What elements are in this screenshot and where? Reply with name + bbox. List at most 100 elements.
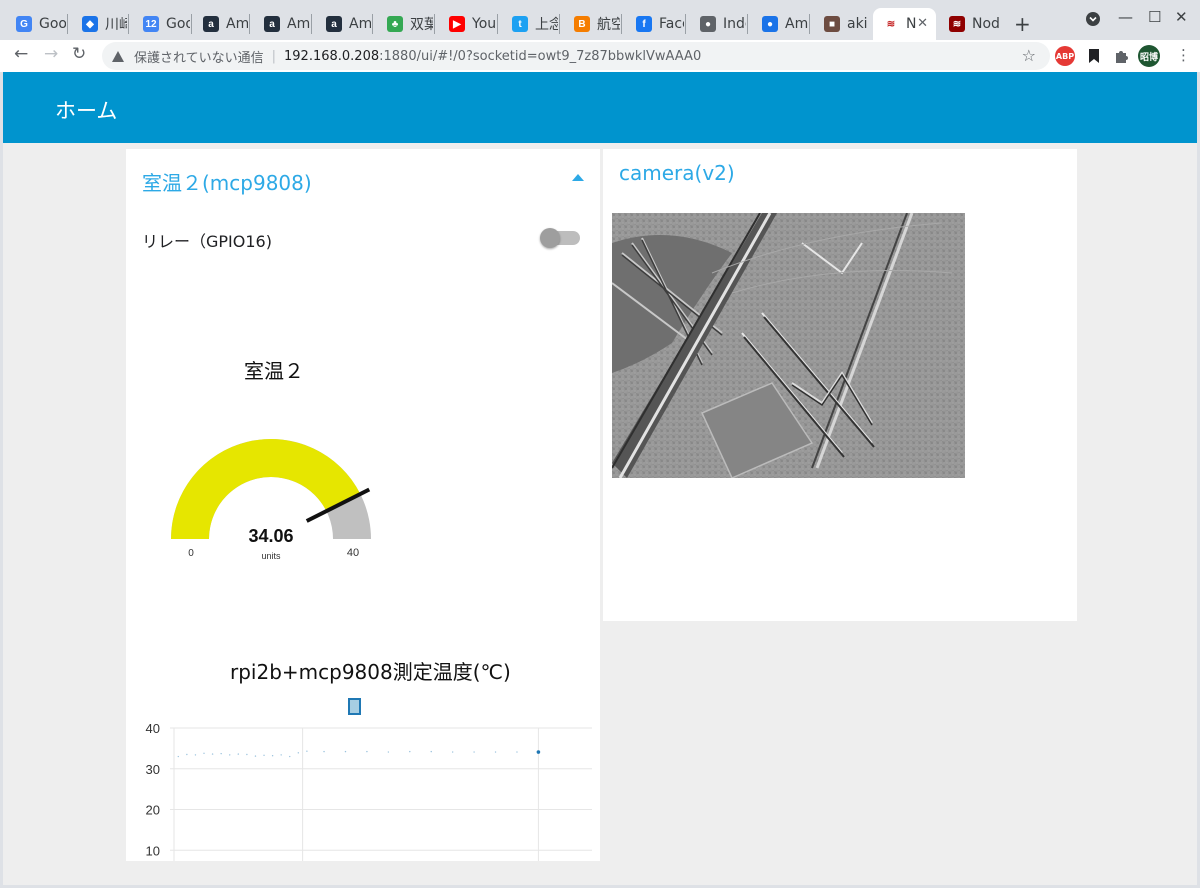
page-title: ホーム [55, 99, 118, 123]
browser-tab[interactable]: ◆ 川崎 [72, 8, 127, 40]
browser-tab-label: Face [659, 16, 684, 32]
bookmark-star-icon[interactable]: ☆ [1022, 46, 1036, 65]
gauge-units: units [261, 551, 281, 561]
gauge-min-label: 0 [188, 548, 194, 559]
browser-tab[interactable]: G Goo [6, 8, 66, 40]
chart-data-point [409, 750, 411, 753]
browser-tab-label: Goo [39, 16, 66, 32]
chart-legend-swatch[interactable] [348, 698, 361, 715]
chart-y-tick-label: 40 [146, 721, 160, 736]
browser-tab-label: Ama [226, 16, 248, 32]
node-red-icon: ≋ [949, 16, 965, 32]
browser-tab[interactable]: B 航空 [564, 8, 620, 40]
chart-data-point [536, 750, 541, 754]
chart-data-point [194, 754, 197, 756]
browser-tab-label: Ama [349, 16, 371, 32]
browser-tab-label: Ama [785, 16, 808, 32]
group-title-room-temp[interactable]: 室温２(mcp9808) [142, 167, 312, 196]
tab-separator [497, 14, 498, 34]
security-warning: 保護されていない通信 [134, 50, 264, 66]
chart-data-point [254, 755, 257, 757]
chart-y-tick-label: 10 [146, 843, 160, 858]
browser-tab-label: 川崎 [105, 17, 127, 33]
bookmark-extension-icon[interactable] [1084, 46, 1104, 66]
browser-tab-label: N [906, 16, 917, 32]
browser-tab[interactable]: ● Ama [752, 8, 808, 40]
browser-tab[interactable]: ■ aki_ [814, 8, 867, 40]
extensions-puzzle-icon[interactable] [1111, 46, 1131, 66]
browser-tab[interactable]: a Ama [316, 8, 371, 40]
browser-menu-icon[interactable]: ⋮ [1176, 46, 1191, 64]
tab-separator [559, 14, 560, 34]
chart-y-tick-label: 20 [146, 803, 160, 818]
browser-tab[interactable]: ≋ N ✕ [873, 8, 936, 40]
relay-switch-label: リレー（GPIO16) [142, 232, 272, 251]
new-tab-button[interactable]: + [1014, 12, 1031, 36]
tab-separator [809, 14, 810, 34]
reload-button[interactable]: ↻ [72, 44, 86, 64]
chart-data-point [430, 750, 432, 753]
twitter-icon: t [512, 16, 528, 32]
browser-tab[interactable]: ≋ Nod [939, 8, 999, 40]
globe-icon: ● [700, 16, 716, 32]
gauge-max-label: 40 [347, 547, 359, 559]
browser-tab[interactable]: ● Inde [690, 8, 746, 40]
warning-icon [112, 50, 124, 62]
tab-separator [747, 14, 748, 34]
browser-tab-label: 双葉 [410, 17, 433, 33]
temperature-gauge: 34.06 units 0 40 [171, 439, 371, 561]
amazon-icon: a [326, 16, 342, 32]
browser-tab-label: 航空 [597, 17, 620, 33]
tab-search-icon[interactable] [1086, 12, 1100, 30]
browser-tab[interactable]: 12 Goo [133, 8, 190, 40]
browser-tab[interactable]: ♣ 双葉 [377, 8, 433, 40]
tab-separator [372, 14, 373, 34]
switch-thumb[interactable] [540, 228, 560, 248]
group-card-camera: camera(v2) [603, 149, 1077, 621]
chart-data-point [494, 751, 497, 753]
tab-separator [434, 14, 435, 34]
profile-avatar[interactable]: 昭博 [1138, 45, 1160, 67]
browser-tab-label: Goo [166, 16, 190, 32]
chart-data-point [451, 751, 454, 753]
chart-y-tick-label: 30 [146, 762, 160, 777]
close-tab-icon[interactable]: ✕ [917, 16, 928, 31]
chart-data-point [473, 751, 475, 753]
back-button[interactable]: ← [14, 44, 28, 64]
chart-data-point [246, 753, 248, 756]
tab-separator [128, 14, 129, 34]
chart-data-point [203, 752, 205, 754]
chart-data-point [186, 753, 188, 756]
forward-button[interactable]: → [44, 44, 58, 64]
browser-tab-label: aki_ [847, 16, 867, 32]
chart-data-point [177, 755, 179, 758]
maximize-button[interactable]: ☐ [1148, 8, 1161, 26]
amazon-icon: a [264, 16, 280, 32]
browser-tab-label: 上念 [535, 17, 558, 33]
browser-tab[interactable]: f Face [626, 8, 684, 40]
browser-tab-label: Inde [723, 16, 746, 32]
url-divider: | [271, 48, 277, 64]
google-calendar-icon: 12 [143, 16, 159, 32]
chart-data-point [289, 755, 291, 758]
adblock-icon[interactable]: ABP [1055, 46, 1075, 66]
browser-tab[interactable]: a Ama [193, 8, 248, 40]
browser-tab[interactable]: t 上念 [502, 8, 558, 40]
close-window-button[interactable]: ✕ [1175, 8, 1188, 26]
chart-data-point [229, 754, 231, 756]
collapse-up-icon[interactable] [572, 174, 584, 181]
browser-tab-label: Ama [287, 16, 310, 32]
url-path: :1880/ui/#!/0?socketid=owt9_7z87bbwklVwA… [379, 48, 702, 64]
gauge-title: 室温２ [244, 359, 304, 383]
chart-data-point [323, 750, 325, 753]
tab-separator [311, 14, 312, 34]
minimize-button[interactable]: — [1118, 8, 1133, 26]
blogger-icon: B [574, 16, 590, 32]
gauge-value: 34.06 [248, 526, 293, 546]
youtube-icon: ▶ [449, 16, 465, 32]
address-bar[interactable]: 保護されていない通信 | 192.168.0.208 :1880/ui/#!/0… [102, 42, 1050, 70]
browser-tab[interactable]: ▶ You [439, 8, 496, 40]
tab-separator [685, 14, 686, 34]
google-docs-icon: G [16, 16, 32, 32]
browser-tab[interactable]: a Ama [254, 8, 310, 40]
